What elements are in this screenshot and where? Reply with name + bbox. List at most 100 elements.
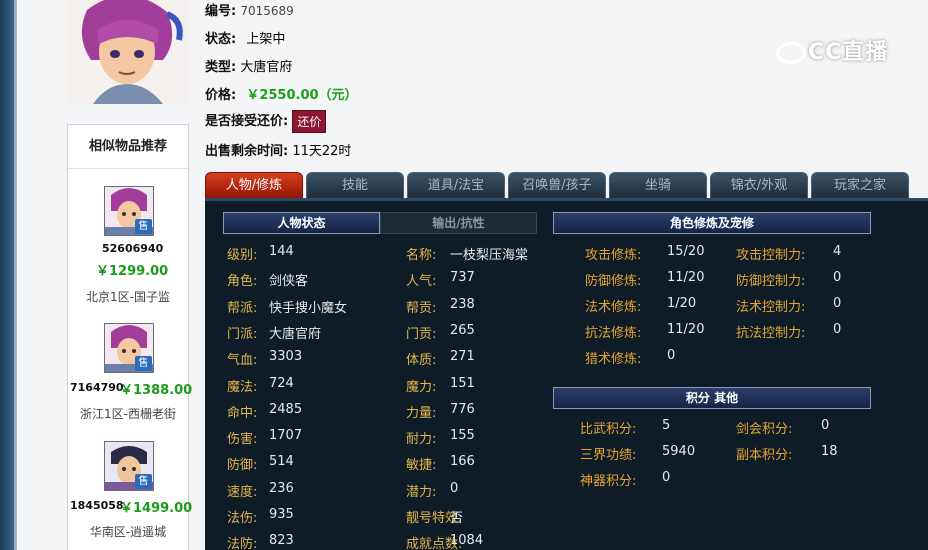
stat-value: 271 bbox=[450, 349, 475, 365]
points-row: 比武积分: 5 bbox=[580, 418, 670, 437]
tab-skills[interactable]: 技能 bbox=[306, 172, 404, 198]
points-row: 三界功绩: 5940 bbox=[580, 444, 695, 463]
points-row: 神器积分: 0 bbox=[580, 470, 670, 489]
stat-label: 攻击控制力: bbox=[736, 248, 806, 263]
similar-item-server: 北京1区-国子监 bbox=[86, 290, 170, 304]
points-label: 神器积分: bbox=[580, 474, 637, 489]
character-portrait bbox=[67, 0, 187, 104]
detail-tabs: 人物/修炼 技能 道具/法宝 召唤兽/孩子 坐骑 锦衣/外观 玩家之家 bbox=[205, 172, 928, 198]
stat-value: 935 bbox=[269, 507, 294, 522]
stat-label: 体质: bbox=[406, 353, 437, 369]
stat-row: 气血: 3303 bbox=[227, 349, 302, 369]
stat-row: 潜力: 0 bbox=[406, 481, 458, 500]
similar-item-thumb[interactable]: 售 bbox=[104, 323, 154, 373]
stat-label: 角色: bbox=[227, 274, 258, 290]
points-value: 18 bbox=[821, 444, 838, 459]
tab-character[interactable]: 人物/修炼 bbox=[205, 172, 303, 198]
stat-label: 帮派: bbox=[227, 300, 258, 316]
stat-row: 魔法: 724 bbox=[227, 376, 294, 395]
stat-label: 人气: bbox=[406, 274, 437, 290]
similar-items-panel: 相似物品推荐 售 52606940 ￥1299.00 北京1区-国子监 售 71… bbox=[67, 124, 193, 550]
stat-value: 11/20 bbox=[667, 270, 705, 285]
similar-item-thumb[interactable]: 售 bbox=[104, 186, 154, 236]
tab-pets[interactable]: 召唤兽/孩子 bbox=[508, 172, 606, 198]
points-row: 副本积分: 18 bbox=[736, 444, 838, 463]
stat-value: 0 bbox=[833, 296, 842, 311]
tab-outfits[interactable]: 锦衣/外观 bbox=[710, 172, 808, 198]
item-id-row: 编号: 7015689 bbox=[205, 4, 294, 19]
stat-label: 级别: bbox=[227, 248, 258, 263]
stat-row: 伤害: 1707 bbox=[227, 428, 302, 447]
left-frame-edge bbox=[14, 0, 17, 550]
similar-item-thumb[interactable]: 售 bbox=[104, 441, 154, 491]
stat-label: 法伤: bbox=[227, 511, 258, 526]
stat-row: 抗法修炼: 11/20 bbox=[585, 322, 704, 341]
character-panel: 人物状态 输出/抗性 角色修炼及宠修 积分 其他 级别: 144 角色: 剑侠客 帮派:… bbox=[205, 198, 928, 550]
stat-label: 气血: bbox=[227, 353, 258, 369]
points-label: 剑会积分: bbox=[736, 422, 793, 437]
stat-label: 防御: bbox=[227, 458, 258, 474]
section-resist[interactable]: 输出/抗性 bbox=[380, 212, 537, 234]
stat-row: 命中: 2485 bbox=[227, 402, 302, 421]
stat-row: 法防: 823 bbox=[227, 533, 294, 550]
item-status: 上架中 bbox=[246, 32, 286, 47]
stat-value: 大唐官府 bbox=[269, 326, 322, 342]
section-points: 积分 其他 bbox=[553, 387, 871, 409]
stat-value: 否 bbox=[450, 511, 464, 526]
sold-badge: 售 bbox=[135, 474, 152, 489]
tab-home[interactable]: 玩家之家 bbox=[811, 172, 909, 198]
stat-row: 角色: 剑侠客 bbox=[227, 270, 308, 290]
points-label: 比武积分: bbox=[580, 422, 637, 437]
item-id: 7015689 bbox=[240, 4, 294, 18]
remaining-time: 11天22时 bbox=[292, 144, 352, 159]
bargain-button[interactable]: 还价 bbox=[292, 110, 327, 133]
stat-row: 抗法控制力: 0 bbox=[736, 322, 841, 341]
stat-label: 潜力: bbox=[406, 484, 437, 500]
stat-label: 帮贡: bbox=[406, 300, 437, 316]
stat-value: 3303 bbox=[269, 349, 303, 365]
tab-items[interactable]: 道具/法宝 bbox=[407, 172, 505, 198]
stat-value: 剑侠客 bbox=[269, 274, 309, 290]
item-price-row: 价格: ￥2550.00（元） bbox=[205, 88, 358, 103]
stat-label: 法术控制力: bbox=[736, 300, 806, 315]
stat-value: 724 bbox=[269, 375, 294, 391]
stat-row: 门派: 大唐官府 bbox=[227, 323, 321, 342]
section-char-status[interactable]: 人物状态 bbox=[223, 212, 380, 234]
similar-item-id: 1845058 bbox=[70, 499, 124, 512]
points-value: 5940 bbox=[662, 444, 696, 459]
item-type: 大唐官府 bbox=[240, 60, 293, 75]
tab-mounts[interactable]: 坐骑 bbox=[609, 172, 707, 198]
stat-value: 15/20 bbox=[667, 244, 705, 259]
stat-row: 法伤: 935 bbox=[227, 507, 294, 526]
stat-label: 门派: bbox=[227, 326, 258, 342]
item-type-row: 类型: 大唐官府 bbox=[205, 60, 293, 75]
points-label: 副本积分: bbox=[736, 448, 793, 463]
stat-label: 防御控制力: bbox=[736, 274, 806, 289]
similar-item-price: ￥1388.00 bbox=[120, 383, 193, 398]
stat-label: 法防: bbox=[227, 537, 258, 550]
points-row: 剑会积分: 0 bbox=[736, 418, 829, 437]
remaining-time-row: 出售剩余时间: 11天22时 bbox=[205, 144, 352, 159]
stat-value: 823 bbox=[269, 533, 294, 549]
stat-row: 敏捷: 166 bbox=[406, 454, 475, 473]
similar-item-price: ￥1499.00 bbox=[120, 501, 193, 516]
stat-value: 11/20 bbox=[667, 322, 705, 337]
item-status-row: 状态: 上架中 bbox=[205, 32, 286, 47]
similar-items-title: 相似物品推荐 bbox=[68, 125, 188, 169]
stat-value: 155 bbox=[450, 428, 475, 444]
stat-row: 魔力: 151 bbox=[406, 376, 475, 395]
stat-row: 攻击修炼: 15/20 bbox=[585, 244, 704, 263]
watermark-logo: CC直播 bbox=[776, 34, 888, 66]
stat-row: 力量: 776 bbox=[406, 402, 475, 421]
points-value: 0 bbox=[821, 418, 830, 433]
stat-value: 1707 bbox=[269, 428, 303, 444]
similar-item-price: ￥1299.00 bbox=[96, 264, 169, 279]
stat-value: 4 bbox=[833, 244, 842, 259]
stat-row: 法术修炼: 1/20 bbox=[585, 296, 696, 315]
stat-value: 236 bbox=[269, 480, 294, 496]
stat-label: 猎术修炼: bbox=[585, 352, 642, 367]
stat-label: 命中: bbox=[227, 405, 258, 421]
stat-row: 法术控制力: 0 bbox=[736, 296, 841, 315]
stat-row: 靓号特效: 否 bbox=[406, 507, 464, 526]
stat-value: 0 bbox=[833, 270, 842, 285]
